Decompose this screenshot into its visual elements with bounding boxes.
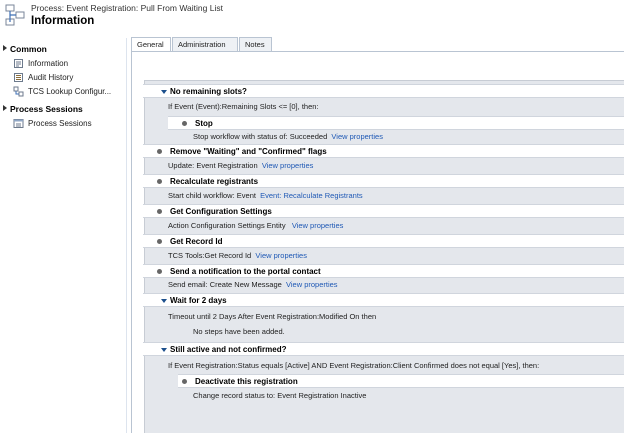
step-bullet-icon	[157, 179, 162, 184]
collapse-arrow-icon[interactable]	[161, 90, 167, 94]
condition-text: If Event Registration:Status equals [Act…	[168, 361, 540, 370]
step-header-send-notification[interactable]: Send a notification to the portal contac…	[143, 264, 624, 278]
condition-text: If Event (Event):Remaining Slots <= [0],…	[168, 102, 319, 111]
step-bullet-icon	[182, 379, 187, 384]
step-detail-text: TCS Tools:Get Record Id	[168, 251, 252, 260]
page-title: Information	[31, 15, 95, 27]
sidebar-item-label: TCS Lookup Configur...	[28, 86, 112, 96]
step-header-remove-flags[interactable]: Remove "Waiting" and "Confirmed" flags	[143, 144, 624, 158]
step-detail: Action Configuration Settings Entity Vie…	[168, 221, 343, 230]
step-detail-text: Change record status to: Event Registrat…	[193, 391, 367, 400]
audit-history-icon	[14, 72, 23, 82]
sidebar-item-audit-history[interactable]: Audit History	[13, 71, 73, 83]
process-icon	[5, 4, 25, 26]
step-detail: Update: Event Registration View properti…	[168, 161, 313, 170]
view-properties-link[interactable]: View properties	[255, 251, 307, 260]
step-bullet-icon	[182, 121, 187, 126]
step-header-deactivate[interactable]: Deactivate this registration	[178, 374, 624, 388]
step-detail-text: Send email: Create New Message	[168, 280, 282, 289]
step-header-recalculate[interactable]: Recalculate registrants	[143, 174, 624, 188]
step-bullet-icon	[157, 269, 162, 274]
step-bullet-icon	[157, 149, 162, 154]
step-detail-text: Start child workflow: Event	[168, 191, 256, 200]
step-title: Stop	[195, 119, 213, 128]
step-title: Recalculate registrants	[170, 177, 259, 186]
tab-general[interactable]: General	[131, 37, 171, 52]
sidebar-item-tcs-lookup[interactable]: TCS Lookup Configur...	[13, 85, 111, 97]
sidebar-item-label: Audit History	[28, 72, 74, 82]
step-detail-text: Update: Event Registration	[168, 161, 258, 170]
step-header-get-record-id[interactable]: Get Record Id	[143, 234, 624, 248]
sidebar-section-common[interactable]: Common	[3, 44, 47, 54]
step-title: Get Configuration Settings	[170, 207, 272, 216]
sidebar	[0, 38, 127, 433]
section-label: Process Sessions	[10, 104, 83, 114]
step-detail-text: Action Configuration Settings Entity	[168, 221, 286, 230]
section-label: Common	[10, 44, 47, 54]
view-properties-link[interactable]: View properties	[262, 161, 314, 170]
view-properties-link[interactable]: View properties	[286, 280, 338, 289]
view-properties-link[interactable]: View properties	[331, 132, 383, 141]
process-breadcrumb: Process: Event Registration: Pull From W…	[31, 3, 223, 13]
step-header-wait[interactable]: Wait for 2 days	[143, 293, 624, 307]
tab-notes[interactable]: Notes	[239, 37, 272, 51]
information-icon	[14, 58, 23, 68]
sidebar-item-label: Process Sessions	[28, 118, 92, 128]
step-title: No remaining slots?	[170, 87, 247, 96]
sidebar-item-process-sessions[interactable]: Process Sessions	[13, 117, 92, 129]
sidebar-item-label: Information	[28, 58, 69, 68]
step-detail: Start child workflow: Event Event: Recal…	[168, 191, 363, 200]
step-bullet-icon	[157, 209, 162, 214]
sidebar-item-information[interactable]: Information	[13, 57, 68, 69]
step-header-stop[interactable]: Stop	[168, 116, 624, 130]
step-bullet-icon	[157, 239, 162, 244]
view-properties-link[interactable]: View properties	[292, 221, 344, 230]
collapse-arrow-icon[interactable]	[161, 299, 167, 303]
child-workflow-link[interactable]: Event: Recalculate Registrants	[260, 191, 363, 200]
step-header-still-active[interactable]: Still active and not confirmed?	[143, 342, 624, 356]
step-title: Remove "Waiting" and "Confirmed" flags	[170, 147, 327, 156]
sidebar-section-process-sessions[interactable]: Process Sessions	[3, 104, 83, 114]
step-detail: Stop workflow with status of: Succeeded …	[193, 132, 383, 141]
step-detail-text: Stop workflow with status of: Succeeded	[193, 132, 328, 141]
lookup-config-icon	[13, 86, 24, 96]
tab-administration[interactable]: Administration	[172, 37, 238, 51]
page-header: Process: Event Registration: Pull From W…	[0, 0, 624, 34]
step-title: Deactivate this registration	[195, 377, 298, 386]
step-header-get-config[interactable]: Get Configuration Settings	[143, 204, 624, 218]
step-title: Send a notification to the portal contac…	[170, 267, 321, 276]
process-sessions-icon	[13, 118, 24, 128]
step-detail: TCS Tools:Get Record Id View properties	[168, 251, 307, 260]
condition-text: Timeout until 2 Days After Event Registr…	[168, 312, 377, 321]
empty-steps-text: No steps have been added.	[193, 327, 285, 336]
step-header-no-remaining-slots[interactable]: No remaining slots?	[143, 84, 624, 98]
step-title: Wait for 2 days	[170, 296, 227, 305]
collapse-arrow-icon[interactable]	[161, 348, 167, 352]
step-title: Still active and not confirmed?	[170, 345, 287, 354]
step-title: Get Record Id	[170, 237, 223, 246]
step-detail: Send email: Create New Message View prop…	[168, 280, 338, 289]
